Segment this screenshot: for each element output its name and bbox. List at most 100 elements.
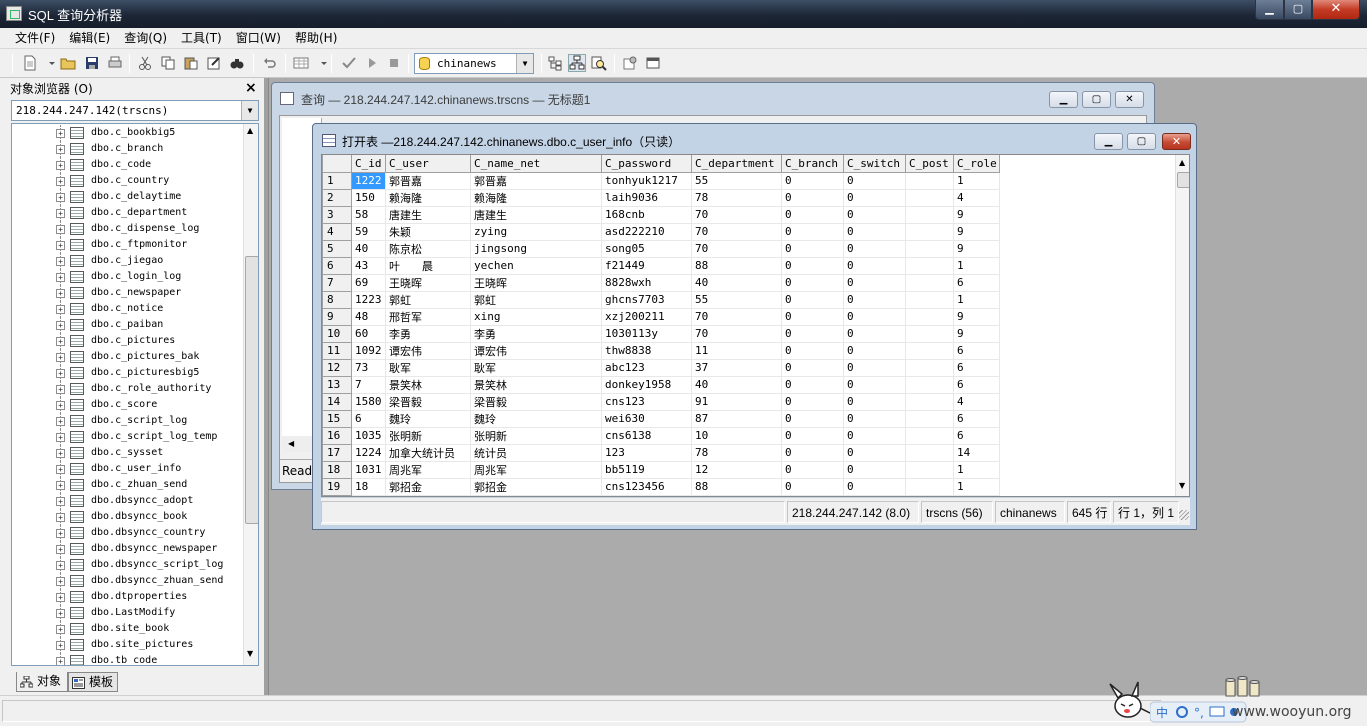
table-cell[interactable]: 1031	[351, 461, 386, 479]
table-cell[interactable]	[905, 393, 954, 411]
table-row[interactable]: 9 48 邢哲军 xing xzj200211 70 0 0 9	[322, 307, 1000, 326]
table-cell[interactable]: 0	[781, 240, 844, 258]
table-cell[interactable]: 0	[843, 240, 906, 258]
query-close-button[interactable]: ✕	[1115, 91, 1144, 108]
tree-item[interactable]: + dbo.c_pictures	[12, 333, 244, 349]
table-cell[interactable]: xing	[470, 308, 602, 326]
expand-icon[interactable]: +	[56, 129, 65, 138]
save-icon[interactable]	[84, 55, 100, 71]
table-cell[interactable]: 谭宏伟	[470, 342, 602, 360]
table-cell[interactable]: 1222	[351, 172, 386, 190]
expand-icon[interactable]: +	[56, 641, 65, 650]
column-header[interactable]: C_branch	[781, 155, 844, 173]
table-cell[interactable]	[905, 325, 954, 343]
tab-objects[interactable]: 对象	[16, 672, 68, 692]
table-cell[interactable]: 0	[781, 444, 844, 462]
chevron-down-icon[interactable]: ▼	[241, 101, 258, 120]
table-cell[interactable]: 王晓晖	[470, 274, 602, 292]
tree-item[interactable]: + dbo.c_newspaper	[12, 285, 244, 301]
table-cell[interactable]: 0	[781, 478, 844, 496]
column-header[interactable]: C_post	[905, 155, 954, 173]
menu-window[interactable]: 窗口(W)	[229, 28, 288, 49]
tree-item[interactable]: + dbo.c_delaytime	[12, 189, 244, 205]
table-cell[interactable]: 耿军	[385, 359, 471, 377]
table-cell[interactable]: 88	[691, 478, 782, 496]
table-cell[interactable]: 0	[843, 427, 906, 445]
table-cell[interactable]: 58	[351, 206, 386, 224]
object-tree-icon[interactable]	[547, 55, 563, 71]
tree-item[interactable]: + dbo.dbsyncc_adopt	[12, 493, 244, 509]
expand-icon[interactable]: +	[56, 145, 65, 154]
expand-icon[interactable]: +	[56, 513, 65, 522]
expand-icon[interactable]: +	[56, 417, 65, 426]
tree-scrollbar[interactable]: ▲ ▼	[243, 124, 258, 665]
table-cell[interactable]: 赖海隆	[470, 189, 602, 207]
table-cell[interactable]: 0	[781, 410, 844, 428]
table-cell[interactable]: 70	[691, 206, 782, 224]
scroll-up-icon[interactable]: ▲	[1179, 158, 1185, 167]
menu-query[interactable]: 查询(Q)	[117, 28, 174, 49]
tree-item[interactable]: + dbo.c_jiegao	[12, 253, 244, 269]
object-browser-icon[interactable]	[568, 54, 586, 72]
table-cell[interactable]: 40	[691, 274, 782, 292]
row-number[interactable]: 2	[322, 188, 352, 207]
column-header[interactable]: C_password	[601, 155, 692, 173]
table-cell[interactable]: 李勇	[385, 325, 471, 343]
table-cell[interactable]: 70	[691, 223, 782, 241]
table-cell[interactable]: 0	[843, 291, 906, 309]
table-cell[interactable]: 统计员	[470, 444, 602, 462]
expand-icon[interactable]: +	[56, 273, 65, 282]
chevron-down-icon[interactable]	[316, 55, 327, 71]
table-cell[interactable]: 11	[691, 342, 782, 360]
table-cell[interactable]: 12	[691, 461, 782, 479]
table-cell[interactable]: 6	[953, 410, 1000, 428]
column-header[interactable]: C_user	[385, 155, 471, 173]
table-cell[interactable]: 87	[691, 410, 782, 428]
table-cell[interactable]: 0	[781, 359, 844, 377]
table-row[interactable]: 6 43 叶 晨 yechen f21449 88 0 0 1	[322, 256, 1000, 275]
table-cell[interactable]: 0	[843, 444, 906, 462]
tree-item[interactable]: + dbo.c_script_log_temp	[12, 429, 244, 445]
table-cell[interactable]: 景笑林	[470, 376, 602, 394]
check-icon[interactable]	[341, 55, 357, 71]
table-row[interactable]: 7 69 王晓晖 王晓晖 8828wxh 40 0 0 6	[322, 273, 1000, 292]
row-number[interactable]: 5	[322, 239, 352, 258]
table-cell[interactable]: 43	[351, 257, 386, 275]
row-number[interactable]: 9	[322, 307, 352, 326]
expand-icon[interactable]: +	[56, 481, 65, 490]
tree-item[interactable]: + dbo.c_bookbig5	[12, 125, 244, 141]
table-cell[interactable]: 1	[953, 257, 1000, 275]
table-cell[interactable]: 郭晋嘉	[385, 172, 471, 190]
table-cell[interactable]: 78	[691, 444, 782, 462]
table-cell[interactable]: 0	[781, 189, 844, 207]
table-cell[interactable]: 0	[781, 393, 844, 411]
scroll-up-icon[interactable]: ▲	[247, 126, 253, 135]
menu-help[interactable]: 帮助(H)	[288, 28, 344, 49]
options-icon[interactable]	[622, 55, 638, 71]
table-cell[interactable]: 0	[843, 478, 906, 496]
table-row[interactable]: 3 58 唐建生 唐建生 168cnb 70 0 0 9	[322, 205, 1000, 224]
expand-icon[interactable]: +	[56, 369, 65, 378]
table-row[interactable]: 2 150 赖海隆 赖海隆 laih9036 78 0 0 4	[322, 188, 1000, 207]
table-cell[interactable]: 1224	[351, 444, 386, 462]
table-cell[interactable]: 8828wxh	[601, 274, 692, 292]
table-cell[interactable]: 1	[953, 172, 1000, 190]
scroll-down-icon[interactable]: ▼	[247, 649, 253, 658]
table-cell[interactable]: 40	[351, 240, 386, 258]
open-table-window[interactable]: 打开表 —218.244.247.142.chinanews.dbo.c_use…	[312, 123, 1197, 530]
table-cell[interactable]: 70	[691, 240, 782, 258]
tree-item[interactable]: + dbo.LastModify	[12, 605, 244, 621]
table-cell[interactable]: 魏玲	[470, 410, 602, 428]
expand-icon[interactable]: +	[56, 545, 65, 554]
expand-icon[interactable]: +	[56, 289, 65, 298]
database-select[interactable]: chinanews ▼	[414, 53, 534, 74]
query-minimize-button[interactable]: ▁	[1049, 91, 1078, 108]
table-cell[interactable]: 1580	[351, 393, 386, 411]
table-cell[interactable]: 李勇	[470, 325, 602, 343]
table-row[interactable]: 16 1035 张明新 张明新 cns6138 10 0 0 6	[322, 426, 1000, 445]
tree-item[interactable]: + dbo.dbsyncc_zhuan_send	[12, 573, 244, 589]
column-header[interactable]: C_id	[351, 155, 386, 173]
table-cell[interactable]: 59	[351, 223, 386, 241]
table-cell[interactable]	[905, 410, 954, 428]
table-row[interactable]: 10 60 李勇 李勇 1030113y 70 0 0 9	[322, 324, 1000, 343]
